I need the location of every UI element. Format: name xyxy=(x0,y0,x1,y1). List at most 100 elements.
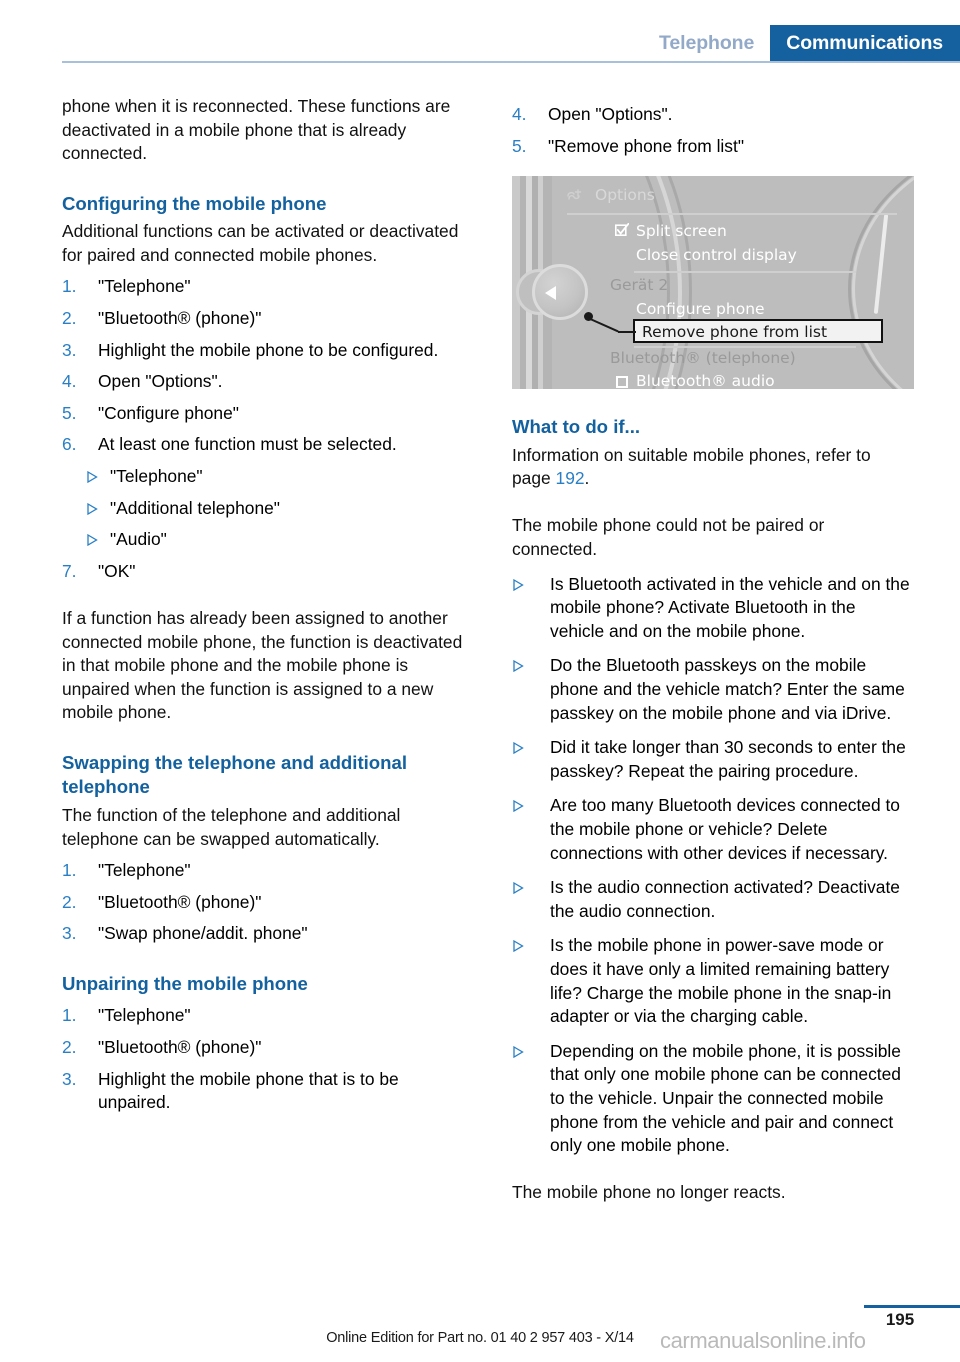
page-cross-reference[interactable]: 192 xyxy=(556,468,585,488)
step-text: "Telephone" xyxy=(98,276,191,297)
idrive-title: Options xyxy=(595,186,655,205)
step-number: 2. xyxy=(62,891,77,912)
problem-statement-1: The mobile phone could not be paired or … xyxy=(512,515,825,560)
bullet-text: Is Bluetooth activated in the vehicle an… xyxy=(550,573,910,641)
bullet-text: Do the Bluetooth passkeys on the mobile … xyxy=(550,655,905,723)
step-text: "Swap phone/addit. phone" xyxy=(98,923,308,944)
checkbox-unchecked-icon[interactable] xyxy=(616,376,628,389)
idrive-item-split-screen[interactable]: Split screen xyxy=(636,222,727,240)
list-item: 2. "Bluetooth® (phone)" xyxy=(62,1036,464,1060)
list-item: Depending on the mobile phone, it is pos… xyxy=(512,1040,914,1158)
continued-paragraph: phone when it is reconnected. These func… xyxy=(62,96,451,164)
list-item: 6. At least one function must be selected… xyxy=(62,433,464,457)
bullet-text: Depending on the mobile phone, it is pos… xyxy=(550,1040,901,1156)
intro-text-after: . xyxy=(584,468,590,489)
list-item: 2. "Bluetooth® (phone)" xyxy=(62,891,464,915)
idrive-item-configure-phone[interactable]: Configure phone xyxy=(636,300,765,318)
idrive-separator xyxy=(634,271,856,274)
triangle-bullet-icon xyxy=(513,742,524,755)
step-number: 1. xyxy=(62,860,77,881)
idrive-item-bluetooth-audio[interactable]: Bluetooth® audio xyxy=(636,372,775,389)
right-column: 4. Open "Options". 5. "Remove phone from l… xyxy=(512,95,914,1205)
step-number: 4. xyxy=(62,371,77,392)
triangle-bullet-icon xyxy=(87,534,98,547)
step-number: 1. xyxy=(62,276,77,297)
controller-left-arrow-icon xyxy=(545,286,556,301)
sub-bullet-text: "Additional telephone" xyxy=(110,497,280,518)
step-number: 6. xyxy=(62,434,77,455)
idrive-options-screenshot: Options Split screen Close control displ… xyxy=(512,176,914,390)
list-item: 2. "Bluetooth® (phone)" xyxy=(62,307,464,331)
step-text: Open "Options". xyxy=(548,104,673,124)
options-gear-icon xyxy=(567,189,582,200)
page-number: 195 xyxy=(885,1310,915,1329)
sub-bullet-text: "Telephone" xyxy=(110,466,203,487)
continued-steps-list: 4. Open "Options". 5. "Remove phone from l… xyxy=(512,103,914,158)
step-text: "OK" xyxy=(98,560,136,581)
step-number: 3. xyxy=(62,1068,77,1089)
tab-communications[interactable]: Communications xyxy=(770,25,960,61)
swapping-steps-list: 1. "Telephone" 2. "Bluetooth® (phone)" 3. "… xyxy=(62,859,464,946)
left-column: phone when it is reconnected. These func… xyxy=(62,95,464,1115)
idrive-section-label-device: Gerät 2 xyxy=(610,276,669,295)
bullet-text: Is the mobile phone in power-save mode o… xyxy=(550,935,892,1027)
header-tabs: Telephone Communications xyxy=(649,25,960,61)
step-number: 3. xyxy=(62,923,77,944)
callout-leader-line xyxy=(618,331,636,334)
triangle-bullet-icon xyxy=(87,471,98,484)
step-number: 3. xyxy=(62,339,77,360)
idrive-separator xyxy=(567,213,897,216)
idrive-controller-knob[interactable] xyxy=(532,264,588,321)
list-item: "Additional telephone" xyxy=(62,497,464,521)
bullet-text: Is the audio connection activated? Deact… xyxy=(550,877,900,921)
step-text: "Remove phone from list" xyxy=(548,135,744,156)
troubleshooting-bullets: Is Bluetooth activated in the vehicle an… xyxy=(512,573,914,1158)
unpairing-steps-list: 1. "Telephone" 2. "Bluetooth® (phone)" 3. H… xyxy=(62,1004,464,1114)
list-item: 5. "Remove phone from list" xyxy=(512,135,914,159)
idrive-item-close-control-display[interactable]: Close control display xyxy=(636,246,797,264)
bullet-text: Are too many Bluetooth devices connected… xyxy=(550,795,900,863)
heading-unpairing-the-mobile-phone: Unpairing the mobile phone xyxy=(62,972,308,994)
triangle-bullet-icon xyxy=(513,1045,524,1058)
list-item: 3. "Swap phone/addit. phone" xyxy=(62,922,464,946)
step-number: 5. xyxy=(62,402,77,423)
configuring-sub-bullets: "Telephone" "Additional telephone" "Audi… xyxy=(62,465,464,552)
page-header: Telephone Communications xyxy=(0,0,960,72)
step-text: "Telephone" xyxy=(98,1005,191,1026)
triangle-bullet-icon xyxy=(513,578,524,591)
step-text: "Bluetooth® (phone)" xyxy=(98,891,262,912)
triangle-bullet-icon xyxy=(87,502,98,515)
list-item: 1. "Telephone" xyxy=(62,859,464,883)
step-text: Open "Options". xyxy=(98,371,223,392)
tab-telephone[interactable]: Telephone xyxy=(649,25,771,61)
list-item: 1. "Telephone" xyxy=(62,1004,464,1028)
list-item: Is the audio connection activated? Deact… xyxy=(512,876,914,923)
heading-configuring-the-mobile-phone: Configuring the mobile phone xyxy=(62,192,327,214)
step-number: 7. xyxy=(62,560,77,581)
list-item: Did it take longer than 30 seconds to en… xyxy=(512,736,914,783)
idrive-separator xyxy=(634,346,856,349)
triangle-bullet-icon xyxy=(513,660,524,673)
list-item: Are too many Bluetooth devices connected… xyxy=(512,794,914,865)
header-divider xyxy=(62,61,960,63)
step-text: At least one function must be selected. xyxy=(98,434,397,455)
checkbox-checked-icon[interactable] xyxy=(615,223,629,237)
list-item: "Audio" xyxy=(62,528,464,552)
sub-bullet-text: "Audio" xyxy=(110,529,167,550)
step-number: 2. xyxy=(62,308,77,329)
list-item: "Telephone" xyxy=(62,465,464,489)
list-item: Is Bluetooth activated in the vehicle an… xyxy=(512,573,914,644)
list-item: Do the Bluetooth passkeys on the mobile … xyxy=(512,654,914,725)
problem-statement-2: The mobile phone no longer reacts. xyxy=(512,1182,786,1203)
step-text: Highlight the mobile phone to be configu… xyxy=(98,339,439,360)
swapping-intro: The function of the telephone and additi… xyxy=(62,804,401,849)
idrive-item-remove-phone-from-list[interactable]: Remove phone from list xyxy=(642,323,827,341)
step-text: Highlight the mobile phone that is to be… xyxy=(98,1068,399,1113)
triangle-bullet-icon xyxy=(513,882,524,895)
step-number: 5. xyxy=(512,135,527,156)
list-item: 5. "Configure phone" xyxy=(62,402,464,426)
step-number: 1. xyxy=(62,1005,77,1026)
configuring-steps-list: 1. "Telephone" 2. "Bluetooth® (phone)" 3. H… xyxy=(62,275,464,457)
step-number: 4. xyxy=(512,104,527,124)
idrive-section-label-bluetooth-telephone: Bluetooth® (telephone) xyxy=(610,349,796,368)
